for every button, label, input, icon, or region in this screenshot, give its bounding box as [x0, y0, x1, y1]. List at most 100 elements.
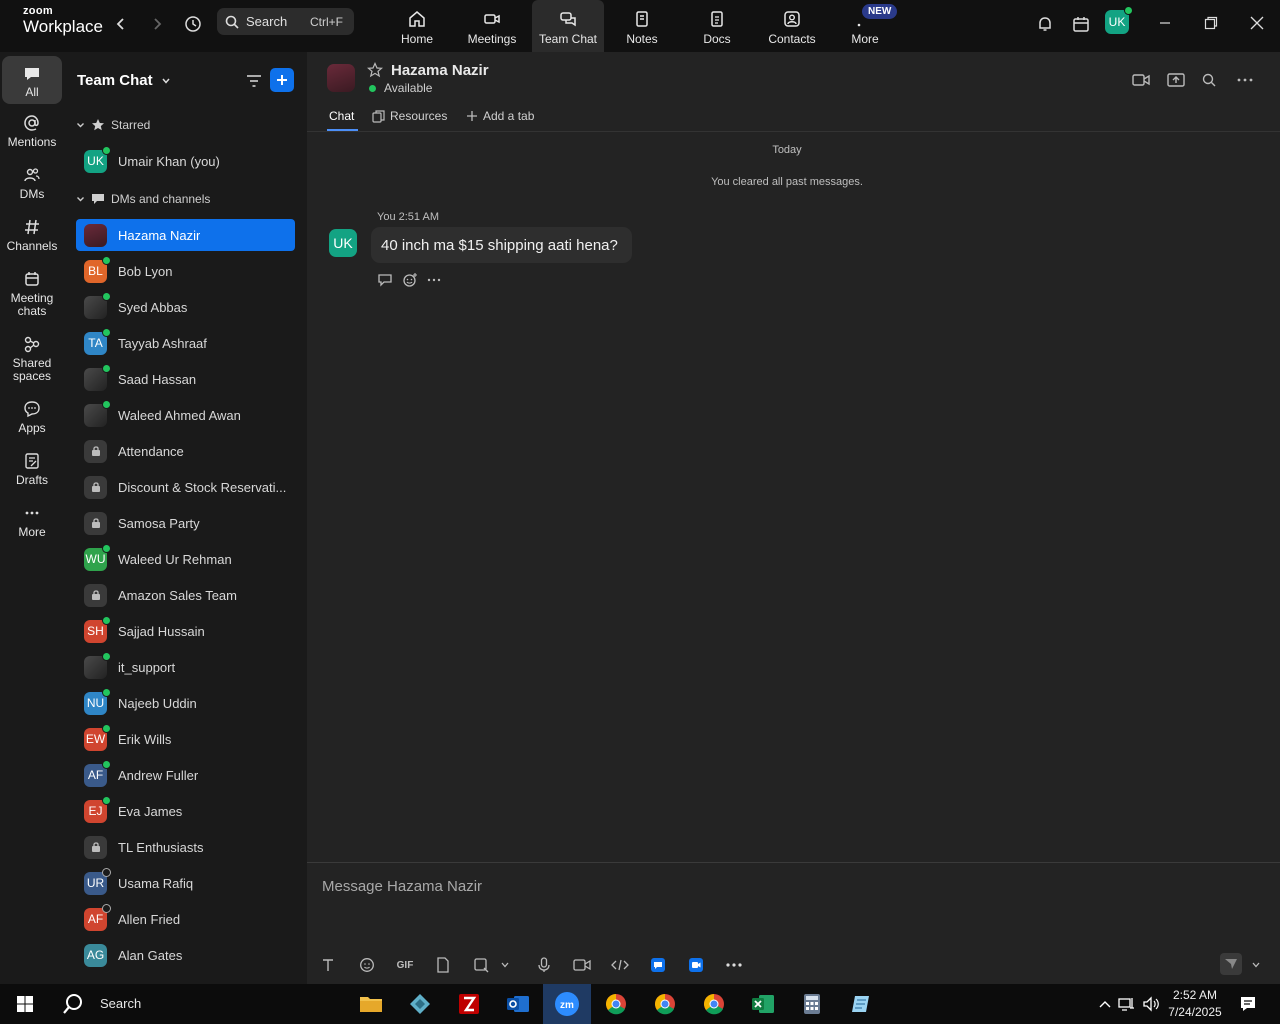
nav-docs[interactable]: Docs — [681, 0, 753, 52]
new-chat-button[interactable] — [270, 68, 294, 92]
file-explorer-icon[interactable] — [356, 989, 386, 1019]
send-options-chevron-icon[interactable] — [1246, 955, 1266, 975]
file-icon[interactable] — [433, 955, 453, 975]
sidebar-item[interactable]: BL Bob Lyon — [76, 255, 295, 287]
sidebar-item[interactable]: AG Alan Gates — [76, 939, 295, 971]
sidebar-title[interactable]: Team Chat — [77, 72, 171, 89]
message-avatar[interactable]: UK — [329, 229, 357, 257]
send-button[interactable] — [1220, 953, 1242, 975]
zoom-app-icon[interactable] — [686, 955, 706, 975]
sidebar-item[interactable]: EW Erik Wills — [76, 723, 295, 755]
more-options-icon[interactable] — [1235, 70, 1255, 90]
sidebar-item[interactable]: TA Tayyab Ashraaf — [76, 327, 295, 359]
notifications-icon[interactable] — [1233, 989, 1263, 1019]
chrome-icon[interactable] — [601, 989, 631, 1019]
sidebar-item[interactable]: SH Sajjad Hussain — [76, 615, 295, 647]
share-screen-icon[interactable] — [1166, 70, 1186, 90]
close-icon[interactable] — [1246, 12, 1268, 34]
text-format-icon[interactable] — [318, 955, 338, 975]
emoji-reaction-icon[interactable] — [401, 271, 419, 289]
rail-item-meeting-chats[interactable]: Meeting chats — [2, 270, 62, 318]
sidebar-item[interactable]: UK Umair Khan (you) — [76, 145, 295, 177]
nav-home[interactable]: Home — [381, 0, 453, 52]
history-icon[interactable] — [181, 12, 205, 36]
search-box[interactable]: Search Ctrl+F — [217, 8, 354, 35]
rail-item-channels[interactable]: Channels — [2, 218, 62, 253]
bell-icon[interactable] — [1033, 12, 1057, 36]
tab-add[interactable]: Add a tab — [466, 109, 534, 123]
code-snippet-icon[interactable] — [610, 955, 630, 975]
windows-start-icon[interactable] — [10, 989, 40, 1019]
sidebar-item[interactable]: it_support — [76, 651, 295, 683]
app-diamond-icon[interactable] — [405, 989, 435, 1019]
minimize-icon[interactable] — [1154, 12, 1176, 34]
chrome-profile-3-icon[interactable] — [699, 989, 729, 1019]
more-actions-icon[interactable] — [425, 271, 443, 289]
sidebar-item[interactable]: TL Enthusiasts — [76, 831, 295, 863]
emoji-icon[interactable] — [357, 955, 377, 975]
screenshot-options-chevron-icon[interactable] — [495, 955, 515, 975]
rail-item-all[interactable]: All — [2, 56, 62, 104]
notepad-icon[interactable] — [846, 989, 876, 1019]
calendar-status-icon[interactable] — [1069, 12, 1093, 36]
tab-resources[interactable]: Resources — [372, 109, 447, 123]
user-avatar[interactable]: UK — [1105, 6, 1133, 34]
nav-meetings[interactable]: Meetings — [456, 0, 528, 52]
calculator-icon[interactable] — [797, 989, 827, 1019]
zoom-taskbar-icon[interactable]: zm — [543, 984, 591, 1024]
message-input[interactable] — [322, 873, 1262, 899]
rail-item-mentions[interactable]: Mentions — [2, 114, 62, 149]
nav-team-chat[interactable]: Team Chat — [532, 0, 604, 52]
gif-button[interactable]: GIF — [395, 955, 415, 975]
section-dms-channels[interactable]: DMs and channels — [76, 192, 210, 206]
sidebar-item[interactable]: EJ Eva James — [76, 795, 295, 827]
rail-item-apps[interactable]: Apps — [2, 400, 62, 435]
sidebar-item[interactable]: Waleed Ahmed Awan — [76, 399, 295, 431]
rail-item-more[interactable]: More — [2, 504, 62, 539]
section-starred[interactable]: Starred — [76, 118, 150, 132]
system-clock[interactable]: 2:52 AM 7/24/2025 — [1160, 987, 1230, 1021]
sidebar-item[interactable]: Saad Hassan — [76, 363, 295, 395]
reply-icon[interactable] — [376, 271, 394, 289]
restore-icon[interactable] — [1200, 12, 1222, 34]
sidebar-item[interactable]: Samosa Party — [76, 507, 295, 539]
forward-arrow-icon[interactable] — [145, 12, 169, 36]
presence-status-dot — [102, 291, 111, 301]
message-bubble[interactable]: 40 inch ma $15 shipping aati hena? — [371, 227, 632, 263]
filezilla-icon[interactable] — [454, 989, 484, 1019]
sidebar-item[interactable]: AF Allen Fried — [76, 903, 295, 935]
sidebar-item[interactable]: NU Najeeb Uddin — [76, 687, 295, 719]
sidebar-item[interactable]: Syed Abbas — [76, 291, 295, 323]
screenshot-icon[interactable] — [471, 955, 491, 975]
excel-icon[interactable] — [748, 989, 778, 1019]
presence-status-dot — [102, 543, 111, 553]
back-arrow-icon[interactable] — [109, 12, 133, 36]
chrome-profile-2-icon[interactable] — [650, 989, 680, 1019]
sidebar-item[interactable]: WU Waleed Ur Rehman — [76, 543, 295, 575]
sidebar-item[interactable]: AF Andrew Fuller — [76, 759, 295, 791]
filter-icon[interactable] — [243, 70, 265, 92]
sidebar-item[interactable]: Hazama Nazir — [76, 219, 295, 251]
nav-notes[interactable]: Notes — [606, 0, 678, 52]
video-call-icon[interactable] — [1131, 70, 1151, 90]
chat-app-icon[interactable] — [648, 955, 668, 975]
sidebar-item[interactable]: UR Usama Rafiq — [76, 867, 295, 899]
rail-item-shared-spaces[interactable]: Shared spaces — [2, 335, 62, 383]
more-tools-icon[interactable] — [724, 955, 744, 975]
rail-item-dms[interactable]: DMs — [2, 166, 62, 201]
sidebar-item[interactable]: Discount & Stock Reservati... — [76, 471, 295, 503]
taskbar-search-icon[interactable] — [58, 989, 88, 1019]
taskbar-search-label[interactable]: Search — [100, 996, 141, 1011]
favorite-star-icon[interactable] — [367, 62, 383, 78]
rail-item-drafts[interactable]: Drafts — [2, 452, 62, 487]
sidebar-item[interactable]: Amazon Sales Team — [76, 579, 295, 611]
contact-avatar[interactable] — [327, 64, 355, 92]
tab-chat[interactable]: Chat — [329, 109, 354, 123]
search-icon[interactable] — [1199, 70, 1219, 90]
outlook-icon[interactable] — [503, 989, 533, 1019]
contact-name[interactable]: Hazama Nazir — [391, 62, 489, 79]
video-message-icon[interactable] — [572, 955, 592, 975]
nav-contacts[interactable]: Contacts — [756, 0, 828, 52]
microphone-icon[interactable] — [534, 955, 554, 975]
sidebar-item[interactable]: Attendance — [76, 435, 295, 467]
